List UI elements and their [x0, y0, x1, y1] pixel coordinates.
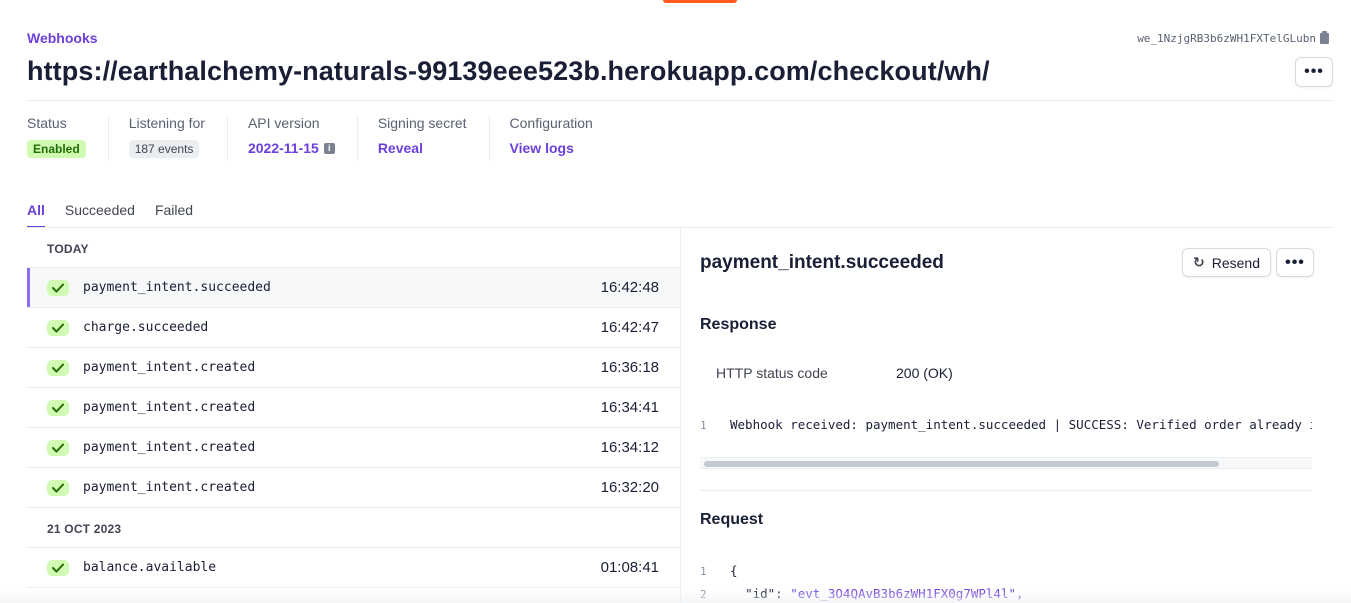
api-version-value: 2022-11-15 [247, 140, 319, 156]
events-count-badge[interactable]: 187 events [128, 140, 200, 158]
endpoint-id-text: we_1NzjgRB3b6zWH1FXTelGLubn [1137, 32, 1316, 45]
success-check-icon [47, 319, 69, 336]
request-code-line: 1{ [700, 563, 1312, 578]
response-code-line: 1 Webhook received: payment_intent.succee… [700, 417, 1312, 432]
event-filter-tabs: All Succeeded Failed [27, 202, 193, 228]
response-body: Webhook received: payment_intent.succeed… [730, 417, 1312, 432]
code-text: { [730, 563, 738, 578]
success-check-icon [47, 559, 69, 576]
refresh-icon: ↻ [1193, 254, 1205, 270]
status-label: Status [27, 115, 67, 131]
meta-status: Status Enabled [27, 115, 109, 161]
meta-configuration: Configuration View logs [510, 115, 615, 161]
event-detail-title: payment_intent.succeeded [700, 252, 944, 273]
event-time: 16:42:48 [600, 279, 659, 296]
resend-button[interactable]: ↻ Resend [1182, 248, 1271, 277]
info-icon[interactable]: i [323, 142, 335, 154]
response-title: Response [700, 316, 777, 333]
meta-signing-secret: Signing secret Reveal [378, 115, 490, 161]
meta-listening: Listening for 187 events [128, 115, 228, 161]
event-name: balance.available [83, 560, 217, 575]
listening-label: Listening for [128, 115, 205, 131]
copy-icon[interactable] [1320, 31, 1329, 44]
event-time: 16:34:12 [600, 439, 659, 456]
more-actions-button[interactable]: ••• [1295, 57, 1333, 87]
endpoint-id[interactable]: we_1NzjgRB3b6zWH1FXTelGLubn [1137, 31, 1329, 45]
success-check-icon [47, 399, 69, 416]
success-check-icon [47, 279, 69, 296]
api-version-label: API version [247, 115, 320, 131]
json-key: "id" [745, 586, 776, 601]
event-row[interactable]: payment_intent.created 16:34:41 [27, 388, 680, 428]
breadcrumb-webhooks[interactable]: Webhooks [27, 30, 98, 46]
json-string-value: "evt_3O4QAvB3b6zWH1FX0g7WPl4l", [790, 586, 1024, 601]
horizontal-scrollbar[interactable] [700, 457, 1312, 469]
endpoint-meta: Status Enabled Listening for 187 events … [27, 115, 635, 161]
configuration-label: Configuration [509, 115, 593, 131]
top-accent-bar [663, 0, 737, 3]
event-name: payment_intent.created [83, 480, 256, 495]
event-name: payment_intent.succeeded [83, 280, 271, 295]
event-time: 16:32:20 [600, 479, 659, 496]
tab-all[interactable]: All [27, 202, 45, 228]
signing-secret-label: Signing secret [377, 115, 467, 131]
meta-api-version: API version 2022-11-15 i [248, 115, 358, 161]
success-check-icon [47, 439, 69, 456]
view-logs-link[interactable]: View logs [510, 140, 574, 156]
event-name: charge.succeeded [83, 320, 209, 335]
resend-label: Resend [1211, 254, 1260, 271]
success-check-icon [47, 359, 69, 376]
page-title: https://earthalchemy-naturals-99139eee52… [27, 56, 990, 86]
event-time: 16:34:41 [600, 399, 659, 416]
section-divider [700, 490, 1312, 491]
event-detail-panel: payment_intent.succeeded ↻ Resend ••• Re… [700, 228, 1332, 603]
reveal-secret-link[interactable]: Reveal [378, 140, 423, 156]
tab-succeeded[interactable]: Succeeded [65, 202, 135, 227]
event-more-button[interactable]: ••• [1276, 248, 1314, 277]
header-divider [27, 100, 1333, 101]
line-number: 1 [700, 565, 707, 578]
http-status-value: 200 (OK) [896, 365, 953, 381]
event-name: payment_intent.created [83, 360, 256, 375]
status-badge: Enabled [27, 140, 86, 158]
event-list: TODAY payment_intent.succeeded 16:42:48 … [27, 228, 681, 603]
event-row[interactable]: payment_intent.created 16:34:12 [27, 428, 680, 468]
line-number: 2 [700, 588, 707, 601]
event-time: 16:42:47 [600, 319, 659, 336]
event-time: 16:36:18 [600, 359, 659, 376]
tab-failed[interactable]: Failed [155, 202, 193, 227]
group-header-today: TODAY [27, 228, 680, 268]
api-version-link[interactable]: 2022-11-15 i [248, 140, 335, 156]
event-name: payment_intent.created [83, 440, 256, 455]
event-row[interactable]: charge.succeeded 16:42:47 [27, 308, 680, 348]
success-check-icon [47, 479, 69, 496]
http-status-label: HTTP status code [716, 365, 828, 381]
event-row[interactable]: balance.available 01:08:41 [27, 548, 680, 588]
group-header-date: 21 OCT 2023 [27, 508, 680, 548]
event-row[interactable]: payment_intent.succeeded 16:42:48 [27, 268, 680, 308]
event-row[interactable]: payment_intent.created 16:36:18 [27, 348, 680, 388]
event-name: payment_intent.created [83, 400, 256, 415]
scrollbar-thumb[interactable] [704, 461, 1219, 467]
request-title: Request [700, 511, 764, 528]
event-row[interactable]: payment_intent.created 16:32:20 [27, 468, 680, 508]
event-time: 01:08:41 [600, 559, 659, 576]
request-code-line: 2 "id": "evt_3O4QAvB3b6zWH1FX0g7WPl4l", [700, 586, 1024, 601]
line-number: 1 [700, 419, 707, 432]
